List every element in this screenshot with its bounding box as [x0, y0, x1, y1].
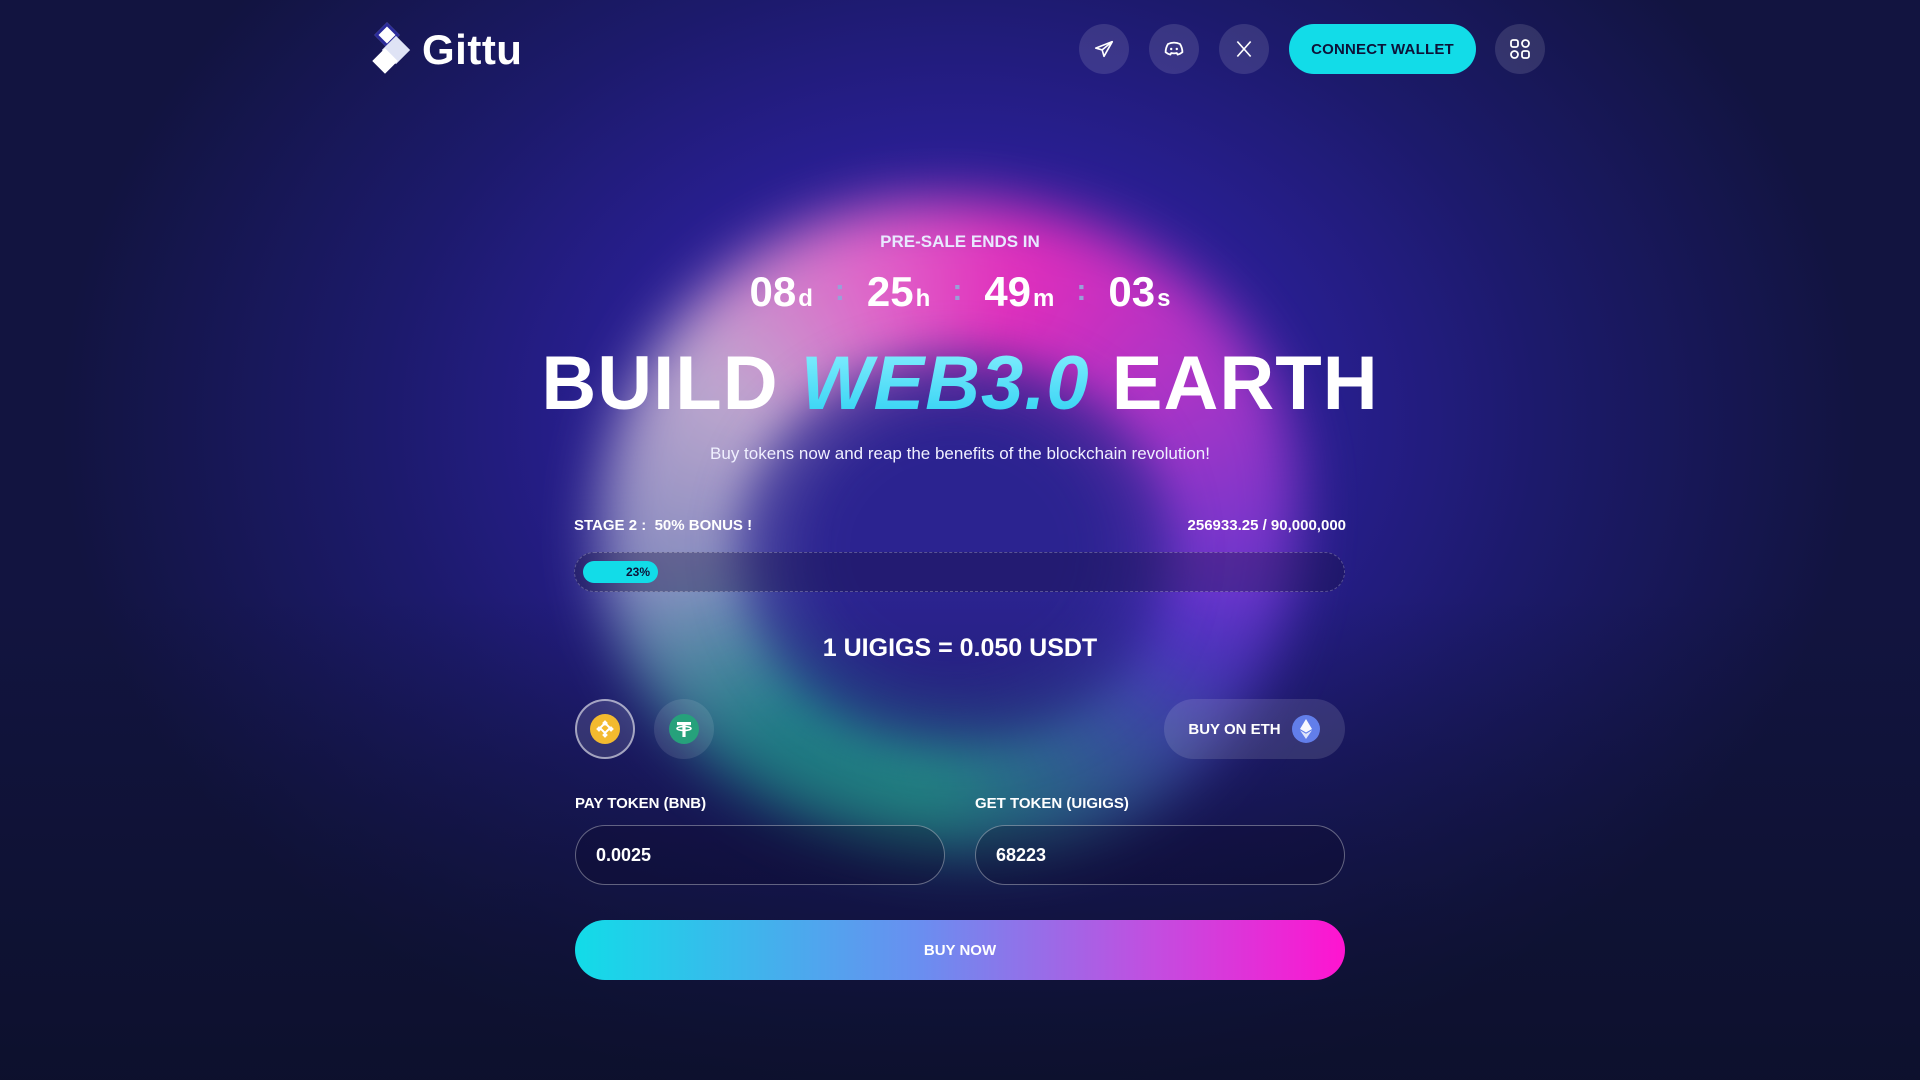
- countdown-separator: :: [834, 274, 845, 307]
- countdown-seconds-suffix: s: [1157, 285, 1171, 312]
- usdt-icon: [669, 714, 699, 744]
- get-token-field[interactable]: [975, 825, 1345, 885]
- countdown-timer: 08 d : 25 h : 49 m : 03 s: [0, 268, 1920, 316]
- x-button[interactable]: [1219, 24, 1269, 74]
- stage-label: STAGE 2 : 50% BONUS !: [574, 517, 753, 534]
- countdown-hours-value: 25: [866, 268, 914, 315]
- connect-wallet-button[interactable]: CONNECT WALLET: [1289, 24, 1476, 74]
- hero-headline: BUILD WEB3.0 EARTH: [0, 340, 1920, 427]
- sale-progress-fill: 23%: [583, 561, 658, 583]
- countdown-days-value: 08: [749, 268, 797, 315]
- sale-progress-label: 23%: [625, 565, 650, 579]
- countdown-separator: :: [952, 274, 963, 307]
- ethereum-icon: [1291, 715, 1320, 743]
- apps-menu-button[interactable]: [1495, 24, 1545, 74]
- get-token-input[interactable]: [996, 844, 1324, 866]
- bnb-icon: [590, 714, 620, 744]
- headline-accent: WEB3.0: [800, 341, 1090, 426]
- pay-with-bnb-button[interactable]: [575, 699, 635, 759]
- sale-progress-bar: 23%: [574, 552, 1345, 592]
- pay-token-input[interactable]: [596, 844, 924, 866]
- pay-with-usdt-button[interactable]: [654, 699, 714, 759]
- logo-text: Gittu: [422, 26, 523, 73]
- logo[interactable]: Gittu: [372, 22, 523, 76]
- telegram-icon: [1094, 40, 1114, 58]
- countdown-separator: :: [1076, 274, 1087, 307]
- hero-subtitle: Buy tokens now and reap the benefits of …: [710, 444, 1210, 463]
- pay-token-label: PAY TOKEN (BNB): [575, 795, 707, 812]
- countdown-hours: 25 h: [867, 268, 930, 316]
- discord-icon: [1164, 41, 1184, 56]
- countdown-days: 08 d: [750, 268, 813, 316]
- apps-grid-icon: [1510, 39, 1530, 59]
- telegram-button[interactable]: [1079, 24, 1129, 74]
- buy-now-button[interactable]: BUY NOW: [575, 920, 1345, 980]
- countdown-minutes: 49 m: [984, 268, 1054, 316]
- headline-part-1: BUILD: [541, 341, 801, 426]
- x-icon: [1236, 40, 1252, 58]
- countdown-minutes-suffix: m: [1033, 285, 1055, 312]
- token-rate: 1 UIGIGS = 0.050 USDT: [822, 634, 1098, 662]
- discord-button[interactable]: [1149, 24, 1199, 74]
- social-links: [1079, 24, 1269, 74]
- get-token-label: GET TOKEN (UIGIGS): [975, 795, 1129, 812]
- countdown-hours-suffix: h: [915, 285, 931, 312]
- countdown-seconds-value: 03: [1108, 268, 1156, 315]
- countdown-minutes-value: 49: [984, 268, 1032, 315]
- pay-token-field[interactable]: [575, 825, 945, 885]
- countdown-days-suffix: d: [798, 285, 813, 312]
- buy-on-eth-label: BUY ON ETH: [1188, 720, 1281, 738]
- countdown-seconds: 03 s: [1108, 268, 1170, 316]
- logo-mark-icon: [372, 22, 412, 76]
- tokens-sold-count: 256933.25 / 90,000,000: [1187, 517, 1346, 534]
- presale-label: PRE-SALE ENDS IN: [880, 232, 1040, 251]
- headline-part-2: EARTH: [1089, 341, 1379, 426]
- buy-on-eth-button[interactable]: BUY ON ETH: [1164, 699, 1345, 759]
